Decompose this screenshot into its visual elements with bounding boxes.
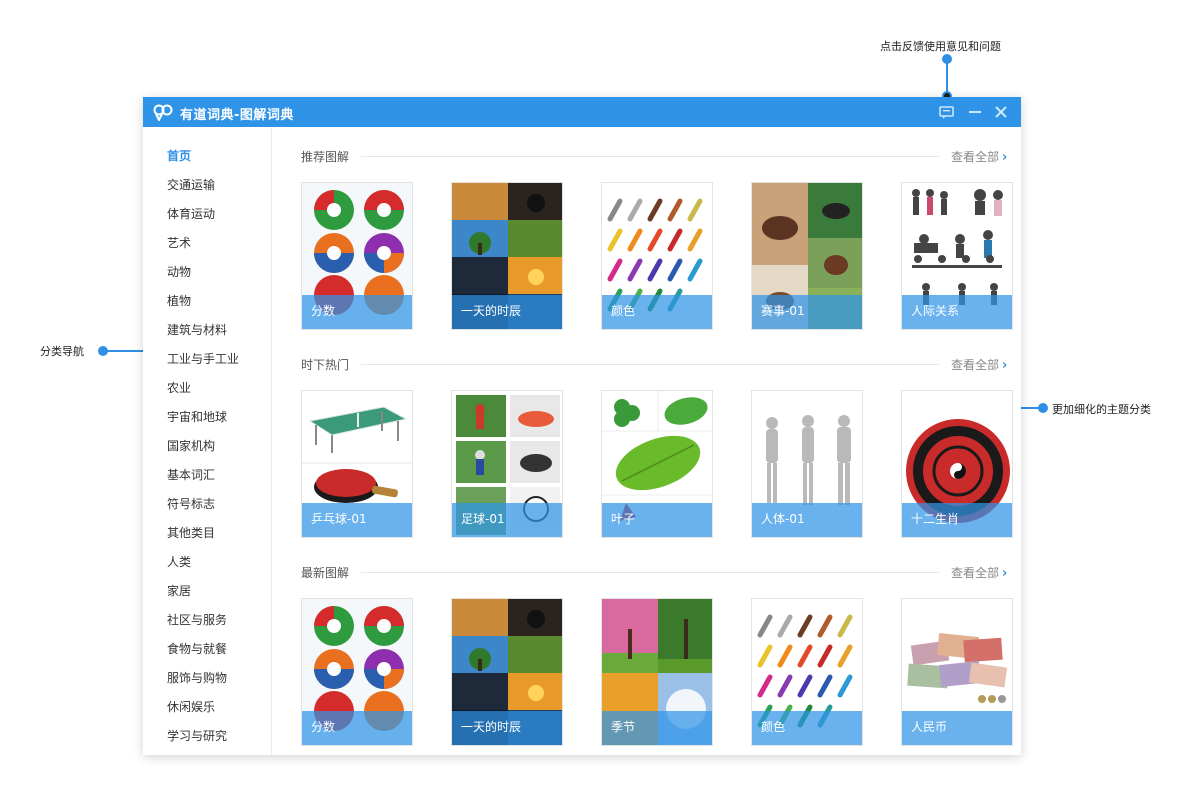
nav-annotation: 分类导航 — [40, 345, 84, 358]
feedback-annotation: 点击反馈使用意见和问题 — [880, 40, 1001, 53]
illustration-card[interactable]: 人体-01 — [751, 390, 863, 538]
card-label: 颜色 — [761, 720, 786, 734]
sidebar-item[interactable]: 植物 — [167, 292, 191, 309]
sidebar-item[interactable]: 国家机构 — [167, 437, 215, 454]
card-label: 一天的时辰 — [461, 304, 522, 318]
illustration-card[interactable]: 颜色 — [751, 598, 863, 746]
subcategory-annotation: 更加细化的主题分类 — [1052, 403, 1151, 416]
sidebar-item[interactable]: 宇宙和地球 — [167, 408, 227, 425]
sidebar-item[interactable]: 社区与服务 — [167, 611, 227, 628]
illustration-card[interactable]: 一天的时辰 — [451, 598, 563, 746]
illustration-card[interactable]: 叶子 — [601, 390, 713, 538]
window-title: 有道词典-图解词典 — [180, 108, 294, 123]
section-divider — [361, 572, 939, 573]
illustration-card[interactable]: 赛事-01 — [751, 182, 863, 330]
sidebar-item[interactable]: 食物与就餐 — [167, 640, 227, 657]
illustration-card[interactable]: 季节 — [601, 598, 713, 746]
illustration-card[interactable]: 分数 — [301, 182, 413, 330]
sidebar-item[interactable]: 交通运输 — [167, 176, 215, 193]
sidebar-item[interactable]: 体育运动 — [167, 205, 215, 222]
sidebar-item[interactable]: 其他类目 — [167, 524, 215, 541]
close-icon[interactable] — [991, 102, 1011, 122]
illustration-card[interactable]: 颜色 — [601, 182, 713, 330]
sidebar-item-home[interactable]: 首页 — [167, 147, 191, 164]
card-label: 人际关系 — [911, 304, 960, 318]
sidebar-item[interactable]: 农业 — [167, 379, 191, 396]
view-all-label: 查看全部 — [951, 150, 1000, 164]
view-all-link[interactable]: 查看全部 › — [951, 356, 1007, 373]
illustration-card[interactable]: 人际关系 — [901, 182, 1013, 330]
sidebar-item[interactable]: 学习与研究 — [167, 727, 227, 744]
card-label: 分数 — [311, 304, 336, 318]
card-label: 颜色 — [611, 304, 636, 318]
section-title-trending: 时下热门 — [301, 358, 350, 372]
section-divider — [361, 156, 939, 157]
sidebar-item[interactable]: 服饰与购物 — [167, 669, 227, 686]
illustration-card[interactable]: 足球-01 — [451, 390, 563, 538]
view-all-label: 查看全部 — [951, 358, 1000, 372]
sidebar-item[interactable]: 休闲娱乐 — [167, 698, 215, 715]
sidebar-item[interactable]: 家居 — [167, 582, 191, 599]
card-label: 赛事-01 — [761, 304, 805, 318]
section-title-recommended: 推荐图解 — [301, 150, 350, 164]
card-label: 人民币 — [911, 720, 948, 734]
section-divider — [361, 364, 939, 365]
feedback-icon[interactable] — [937, 102, 957, 122]
sidebar-item[interactable]: 工业与手工业 — [167, 350, 239, 367]
minimize-icon[interactable] — [965, 102, 985, 122]
view-all-link[interactable]: 查看全部 › — [951, 148, 1007, 165]
card-label: 叶子 — [611, 512, 636, 526]
youdao-logo-icon — [153, 104, 173, 121]
title-bar: 有道词典-图解词典 — [143, 97, 1021, 127]
illustration-card[interactable]: 十二生肖 — [901, 390, 1013, 538]
chevron-right-icon: › — [1002, 358, 1008, 373]
section-title-latest: 最新图解 — [301, 566, 350, 580]
sidebar-item[interactable]: 基本词汇 — [167, 466, 215, 483]
card-label: 乒乓球-01 — [311, 512, 367, 526]
category-sidebar: 首页 交通运输 体育运动 艺术 动物 植物 建筑与材料 工业与手工业 农业 宇宙… — [143, 127, 272, 755]
card-label: 人体-01 — [761, 512, 805, 526]
card-label: 足球-01 — [461, 512, 505, 526]
sidebar-item[interactable]: 人类 — [167, 553, 191, 570]
chevron-right-icon: › — [1002, 150, 1008, 165]
illustration-card[interactable]: 乒乓球-01 — [301, 390, 413, 538]
card-label: 季节 — [611, 720, 636, 734]
sidebar-item[interactable]: 动物 — [167, 263, 191, 280]
sidebar-item[interactable]: 符号标志 — [167, 495, 215, 512]
sidebar-item[interactable]: 艺术 — [167, 234, 191, 251]
nav-annotation-dot — [98, 346, 108, 356]
view-all-label: 查看全部 — [951, 566, 1000, 580]
app-window: 有道词典-图解词典 首页 交通运输 体育运动 艺术 动物 植物 建筑与材料 工业… — [143, 97, 1021, 755]
illustration-card[interactable]: 一天的时辰 — [451, 182, 563, 330]
chevron-right-icon: › — [1002, 566, 1008, 581]
view-all-link[interactable]: 查看全部 › — [951, 564, 1007, 581]
illustration-card[interactable]: 人民币 — [901, 598, 1013, 746]
subcategory-annotation-dot — [1038, 403, 1048, 413]
card-label: 十二生肖 — [911, 512, 960, 526]
card-label: 分数 — [311, 720, 336, 734]
feedback-annotation-dot — [942, 54, 952, 64]
sidebar-item[interactable]: 建筑与材料 — [167, 321, 227, 338]
illustration-card[interactable]: 分数 — [301, 598, 413, 746]
card-label: 一天的时辰 — [461, 720, 522, 734]
